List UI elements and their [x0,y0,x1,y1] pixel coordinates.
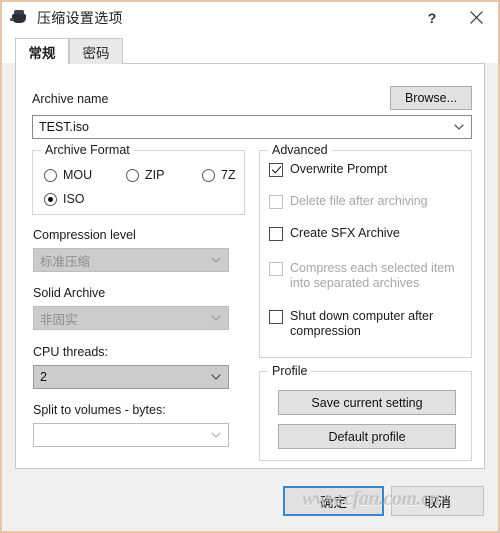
checkbox-indicator [269,195,283,209]
checkbox-delete-file-after-archiving-label: Delete file after archiving [290,194,428,208]
solid-archive-combobox[interactable]: 非固实 [33,306,229,330]
radio-indicator [126,168,139,182]
radio-iso[interactable]: ISO [44,192,85,206]
checkbox-overwrite-prompt-label: Overwrite Prompt [290,162,388,176]
compression-level-combobox[interactable]: 标准压缩 [33,248,229,272]
archive-name-label: Archive name [32,92,109,106]
radio-indicator [202,168,215,182]
checkbox-indicator [269,163,283,177]
help-button[interactable]: ? [410,2,454,33]
checkbox-compress-each-item-separately-label: Compress each selected item into separat… [290,261,455,290]
window-title: 压缩设置选项 [37,9,123,26]
cpu-threads-label: CPU threads: [33,345,109,359]
archive-format-title: Archive Format [41,143,134,157]
radio-7z-label: 7Z [221,168,236,182]
checkbox-shutdown-after-compression[interactable]: Shut down computer after compression [269,309,464,339]
tab-page-general: Archive name Browse... TEST.iso Archive … [15,63,485,469]
radio-iso-label: ISO [63,192,85,206]
chevron-down-icon [211,432,221,438]
checkbox-indicator [269,310,283,324]
checkbox-overwrite-prompt[interactable]: Overwrite Prompt [269,162,464,177]
checkbox-indicator [269,262,283,276]
archive-format-group: Archive Format MOU ZIP 7Z ISO [32,143,245,215]
checkbox-shutdown-after-compression-label: Shut down computer after compression [290,309,434,338]
chevron-down-icon [211,374,221,380]
tab-strip: 常规 密码 [2,33,498,64]
vise-icon [10,9,28,27]
title-bar: 压缩设置选项 ? [2,2,498,33]
chevron-down-icon [211,257,221,263]
compression-level-value: 标准压缩 [40,254,91,269]
archive-name-combobox[interactable]: TEST.iso [32,115,472,139]
solid-archive-value: 非固实 [40,312,78,327]
solid-archive-label: Solid Archive [33,286,106,300]
checkbox-create-sfx-archive[interactable]: Create SFX Archive [269,226,464,241]
radio-mou[interactable]: MOU [44,168,92,182]
cancel-button[interactable]: 取消 [391,486,484,516]
default-profile-button[interactable]: Default profile [278,424,456,449]
profile-group: Profile Save current setting Default pro… [259,364,472,461]
radio-indicator [44,168,57,182]
dialog-footer: 确定 取消 [2,469,498,531]
radio-indicator [44,192,57,206]
advanced-title: Advanced [268,143,332,157]
split-volumes-combobox[interactable] [33,423,229,447]
close-icon [469,11,483,24]
browse-button[interactable]: Browse... [390,86,472,110]
split-volumes-label: Split to volumes - bytes: [33,403,166,417]
archive-name-value: TEST.iso [39,120,90,134]
radio-7z[interactable]: 7Z [202,168,236,182]
tab-general[interactable]: 常规 [15,38,69,64]
cpu-threads-value: 2 [40,370,47,384]
checkbox-create-sfx-archive-label: Create SFX Archive [290,226,400,240]
save-current-setting-button[interactable]: Save current setting [278,390,456,415]
compression-settings-dialog: 压缩设置选项 ? 常规 密码 Archive name Browse... TE… [0,0,500,533]
ok-button[interactable]: 确定 [283,486,384,516]
cpu-threads-combobox[interactable]: 2 [33,365,229,389]
radio-zip-label: ZIP [145,168,165,182]
radio-mou-label: MOU [63,168,93,182]
advanced-group: Advanced Overwrite Prompt Delete file af… [259,143,472,358]
compression-level-label: Compression level [33,228,136,242]
tab-password[interactable]: 密码 [69,38,123,64]
chevron-down-icon [211,315,221,321]
radio-zip[interactable]: ZIP [126,168,164,182]
profile-title: Profile [268,364,312,378]
checkbox-indicator [269,227,283,241]
chevron-down-icon [454,124,464,130]
checkbox-compress-each-item-separately[interactable]: Compress each selected item into separat… [269,261,464,291]
checkbox-delete-file-after-archiving[interactable]: Delete file after archiving [269,194,464,209]
close-button[interactable] [454,2,498,33]
